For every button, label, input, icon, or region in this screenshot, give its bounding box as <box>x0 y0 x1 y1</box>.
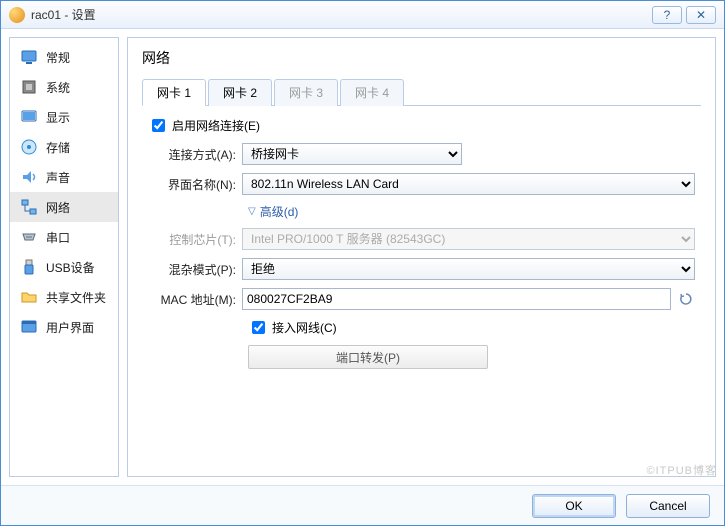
sidebar-item-label: 显示 <box>46 109 70 126</box>
sidebar-item-serial[interactable]: 串口 <box>10 222 118 252</box>
adapter-form: 启用网络连接(E) 连接方式(A): 桥接网卡 界面名称(N): 802.11n… <box>142 106 701 375</box>
enable-adapter-checkbox[interactable]: 启用网络连接(E) <box>148 116 260 135</box>
tab-adapter-4[interactable]: 网卡 4 <box>340 79 404 106</box>
footer: OK Cancel <box>1 485 724 525</box>
tab-adapter-1[interactable]: 网卡 1 <box>142 79 206 106</box>
sidebar-item-label: 声音 <box>46 169 70 186</box>
sidebar-item-system[interactable]: 系统 <box>10 72 118 102</box>
sidebar-item-label: 网络 <box>46 199 70 216</box>
network-icon <box>20 198 38 216</box>
sidebar-item-label: USB设备 <box>46 259 95 276</box>
folder-icon <box>20 288 38 306</box>
adapter-type-select: Intel PRO/1000 T 服务器 (82543GC) <box>242 228 695 250</box>
cable-connected-label: 接入网线(C) <box>272 319 337 336</box>
usb-icon <box>20 258 38 276</box>
attached-to-label: 连接方式(A): <box>148 146 242 163</box>
promiscuous-label: 混杂模式(P): <box>148 261 242 278</box>
sidebar-item-audio[interactable]: 声音 <box>10 162 118 192</box>
cable-connected-checkbox[interactable]: 接入网线(C) <box>248 318 337 337</box>
display-icon <box>20 108 38 126</box>
page-title: 网络 <box>142 48 701 68</box>
settings-window: rac01 - 设置 ? ✕ 常规 系统 显示 存储 声音 <box>0 0 725 526</box>
promiscuous-select[interactable]: 拒绝 <box>242 258 695 280</box>
tab-adapter-3[interactable]: 网卡 3 <box>274 79 338 106</box>
sidebar: 常规 系统 显示 存储 声音 网络 <box>9 37 119 477</box>
sidebar-item-label: 常规 <box>46 49 70 66</box>
adapter-name-label: 界面名称(N): <box>148 176 242 193</box>
mac-input[interactable] <box>242 288 671 310</box>
main-panel: 网络 网卡 1 网卡 2 网卡 3 网卡 4 启用网络连接(E) 连接方式(A)… <box>127 37 716 477</box>
sidebar-item-general[interactable]: 常规 <box>10 42 118 72</box>
tab-adapter-2[interactable]: 网卡 2 <box>208 79 272 106</box>
sidebar-item-network[interactable]: 网络 <box>10 192 118 222</box>
advanced-toggle[interactable]: ▽ 高级(d) <box>248 203 298 220</box>
help-button[interactable]: ? <box>652 6 682 24</box>
speaker-icon <box>20 168 38 186</box>
chevron-down-icon: ▽ <box>248 206 256 217</box>
port-forwarding-button[interactable]: 端口转发(P) <box>248 345 488 369</box>
enable-adapter-input[interactable] <box>152 119 165 132</box>
attached-to-select[interactable]: 桥接网卡 <box>242 143 462 165</box>
titlebar: rac01 - 设置 ? ✕ <box>1 1 724 29</box>
sidebar-item-label: 存储 <box>46 139 70 156</box>
chip-icon <box>20 78 38 96</box>
close-button[interactable]: ✕ <box>686 6 716 24</box>
ui-icon <box>20 318 38 336</box>
sidebar-item-storage[interactable]: 存储 <box>10 132 118 162</box>
refresh-mac-icon[interactable] <box>677 290 695 308</box>
sidebar-item-shared[interactable]: 共享文件夹 <box>10 282 118 312</box>
window-title: rac01 - 设置 <box>31 6 648 23</box>
sidebar-item-label: 共享文件夹 <box>46 289 106 306</box>
monitor-icon <box>20 48 38 66</box>
app-icon <box>9 7 25 23</box>
sidebar-item-label: 用户界面 <box>46 319 94 336</box>
sidebar-item-ui[interactable]: 用户界面 <box>10 312 118 342</box>
adapter-type-label: 控制芯片(T): <box>148 231 242 248</box>
sidebar-item-label: 串口 <box>46 229 70 246</box>
sidebar-item-usb[interactable]: USB设备 <box>10 252 118 282</box>
cancel-button[interactable]: Cancel <box>626 494 710 518</box>
sidebar-item-label: 系统 <box>46 79 70 96</box>
adapter-name-select[interactable]: 802.11n Wireless LAN Card <box>242 173 695 195</box>
tabs: 网卡 1 网卡 2 网卡 3 网卡 4 <box>142 78 701 106</box>
ok-button[interactable]: OK <box>532 494 616 518</box>
cable-connected-input[interactable] <box>252 321 265 334</box>
disk-icon <box>20 138 38 156</box>
mac-label: MAC 地址(M): <box>148 291 242 308</box>
serial-icon <box>20 228 38 246</box>
enable-adapter-label: 启用网络连接(E) <box>172 117 260 134</box>
sidebar-item-display[interactable]: 显示 <box>10 102 118 132</box>
